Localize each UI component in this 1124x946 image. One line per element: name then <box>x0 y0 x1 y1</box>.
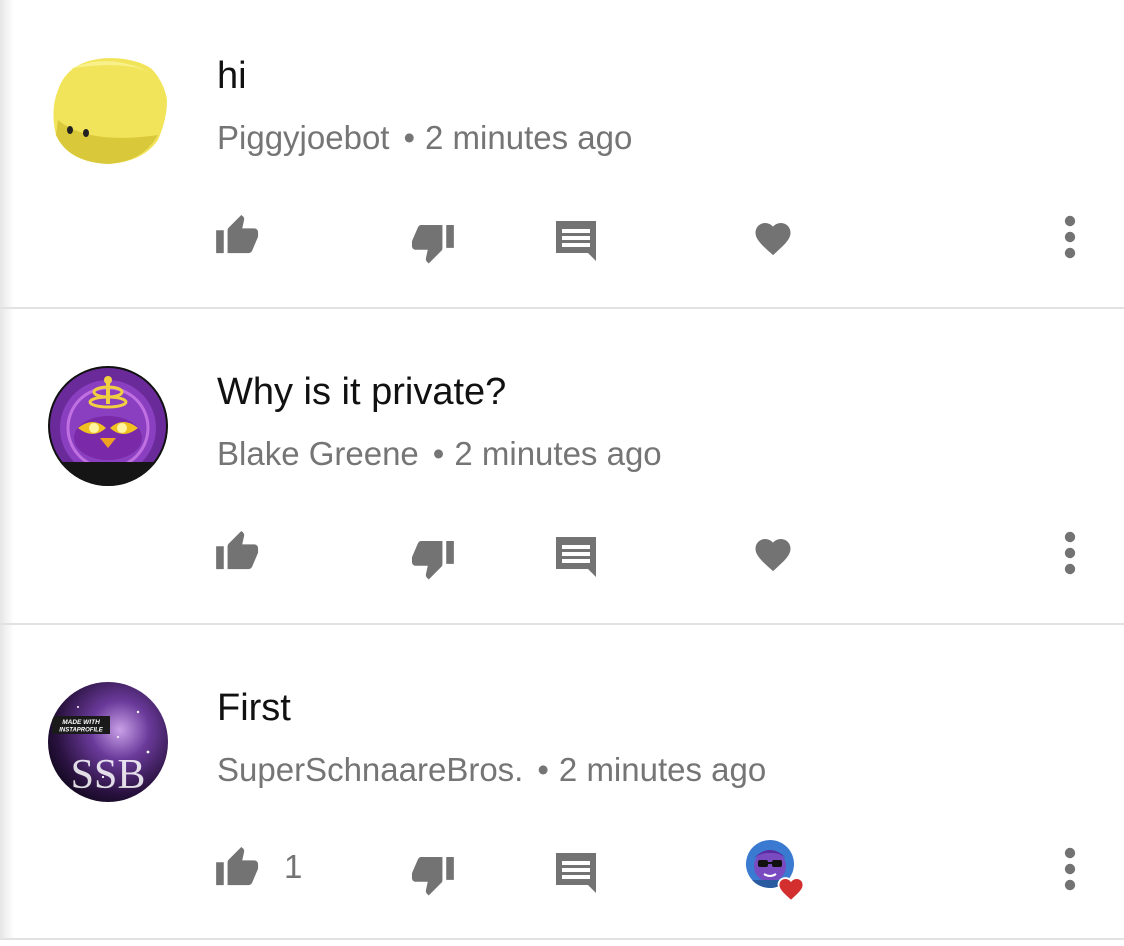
more-options-button[interactable] <box>1060 212 1080 262</box>
reply-icon <box>556 221 596 261</box>
comment-text: First <box>217 687 291 729</box>
comment-item: hi Piggyjoebot • 2 minutes ago <box>0 0 1124 314</box>
avatar-blake-greene[interactable] <box>48 366 168 486</box>
thumbs-up-icon <box>216 215 259 254</box>
avatar-piggyjoebot[interactable] <box>48 50 168 170</box>
avatar-superschnaarebros[interactable]: MADE WITH INSTAPROFILE SSB <box>48 682 168 802</box>
like-count: 1 <box>284 848 303 885</box>
like-button[interactable]: 1 <box>216 842 302 892</box>
author-name[interactable]: Blake Greene <box>217 435 419 472</box>
heart-button[interactable] <box>752 528 794 578</box>
comment-time: 2 minutes ago <box>425 119 633 156</box>
meta-separator: • <box>432 435 445 472</box>
comment-time: 2 minutes ago <box>454 435 662 472</box>
purple-character-avatar-icon <box>48 366 168 486</box>
reply-icon <box>556 537 596 577</box>
galaxy-ssb-avatar-icon: MADE WITH INSTAPROFILE SSB <box>48 682 168 802</box>
avatar-caption-line2: INSTAPROFILE <box>59 728 104 734</box>
comment-meta: Piggyjoebot • 2 minutes ago <box>217 118 632 158</box>
reply-button[interactable] <box>556 532 596 582</box>
author-name[interactable]: SuperSchnaareBros. <box>217 751 523 788</box>
heart-icon <box>777 877 805 902</box>
avatar-caption-line1: MADE WITH <box>62 719 100 726</box>
more-vert-icon <box>1064 215 1076 259</box>
yellow-head-avatar-icon <box>48 50 168 170</box>
more-vert-icon <box>1064 847 1076 891</box>
like-button[interactable] <box>216 526 262 576</box>
comment-item: Why is it private? Blake Greene • 2 minute… <box>0 316 1124 630</box>
comment-item: MADE WITH INSTAPROFILE SSB First SuperSc… <box>0 632 1124 946</box>
thumbs-down-icon <box>411 541 454 580</box>
heart-button[interactable] <box>752 212 794 262</box>
reply-button[interactable] <box>556 848 596 898</box>
thumbs-up-icon <box>216 847 259 886</box>
divider <box>0 623 1124 625</box>
comment-meta: Blake Greene • 2 minutes ago <box>217 434 662 474</box>
thumbs-up-icon <box>216 531 259 570</box>
like-button[interactable] <box>216 210 262 260</box>
reply-button[interactable] <box>556 216 596 266</box>
author-name[interactable]: Piggyjoebot <box>217 119 389 156</box>
heart-icon <box>755 539 791 572</box>
thumbs-down-icon <box>411 225 454 264</box>
meta-separator: • <box>537 751 549 788</box>
comment-text: Why is it private? <box>217 371 507 413</box>
meta-separator: • <box>403 119 416 156</box>
comment-time: 2 minutes ago <box>558 751 767 788</box>
reply-icon <box>556 853 596 893</box>
heart-icon <box>755 223 791 256</box>
more-options-button[interactable] <box>1060 844 1080 894</box>
thumbs-down-icon <box>411 857 454 896</box>
comment-text: hi <box>217 55 247 97</box>
divider <box>0 307 1124 309</box>
avatar-logo-text: SSB <box>71 752 146 798</box>
more-options-button[interactable] <box>1060 528 1080 578</box>
dislike-button[interactable] <box>408 536 454 586</box>
dislike-button[interactable] <box>408 220 454 270</box>
comment-meta: SuperSchnaareBros. • 2 minutes ago <box>217 750 766 790</box>
creator-heart-badge[interactable] <box>746 840 808 902</box>
dislike-button[interactable] <box>408 852 454 902</box>
more-vert-icon <box>1064 531 1076 575</box>
